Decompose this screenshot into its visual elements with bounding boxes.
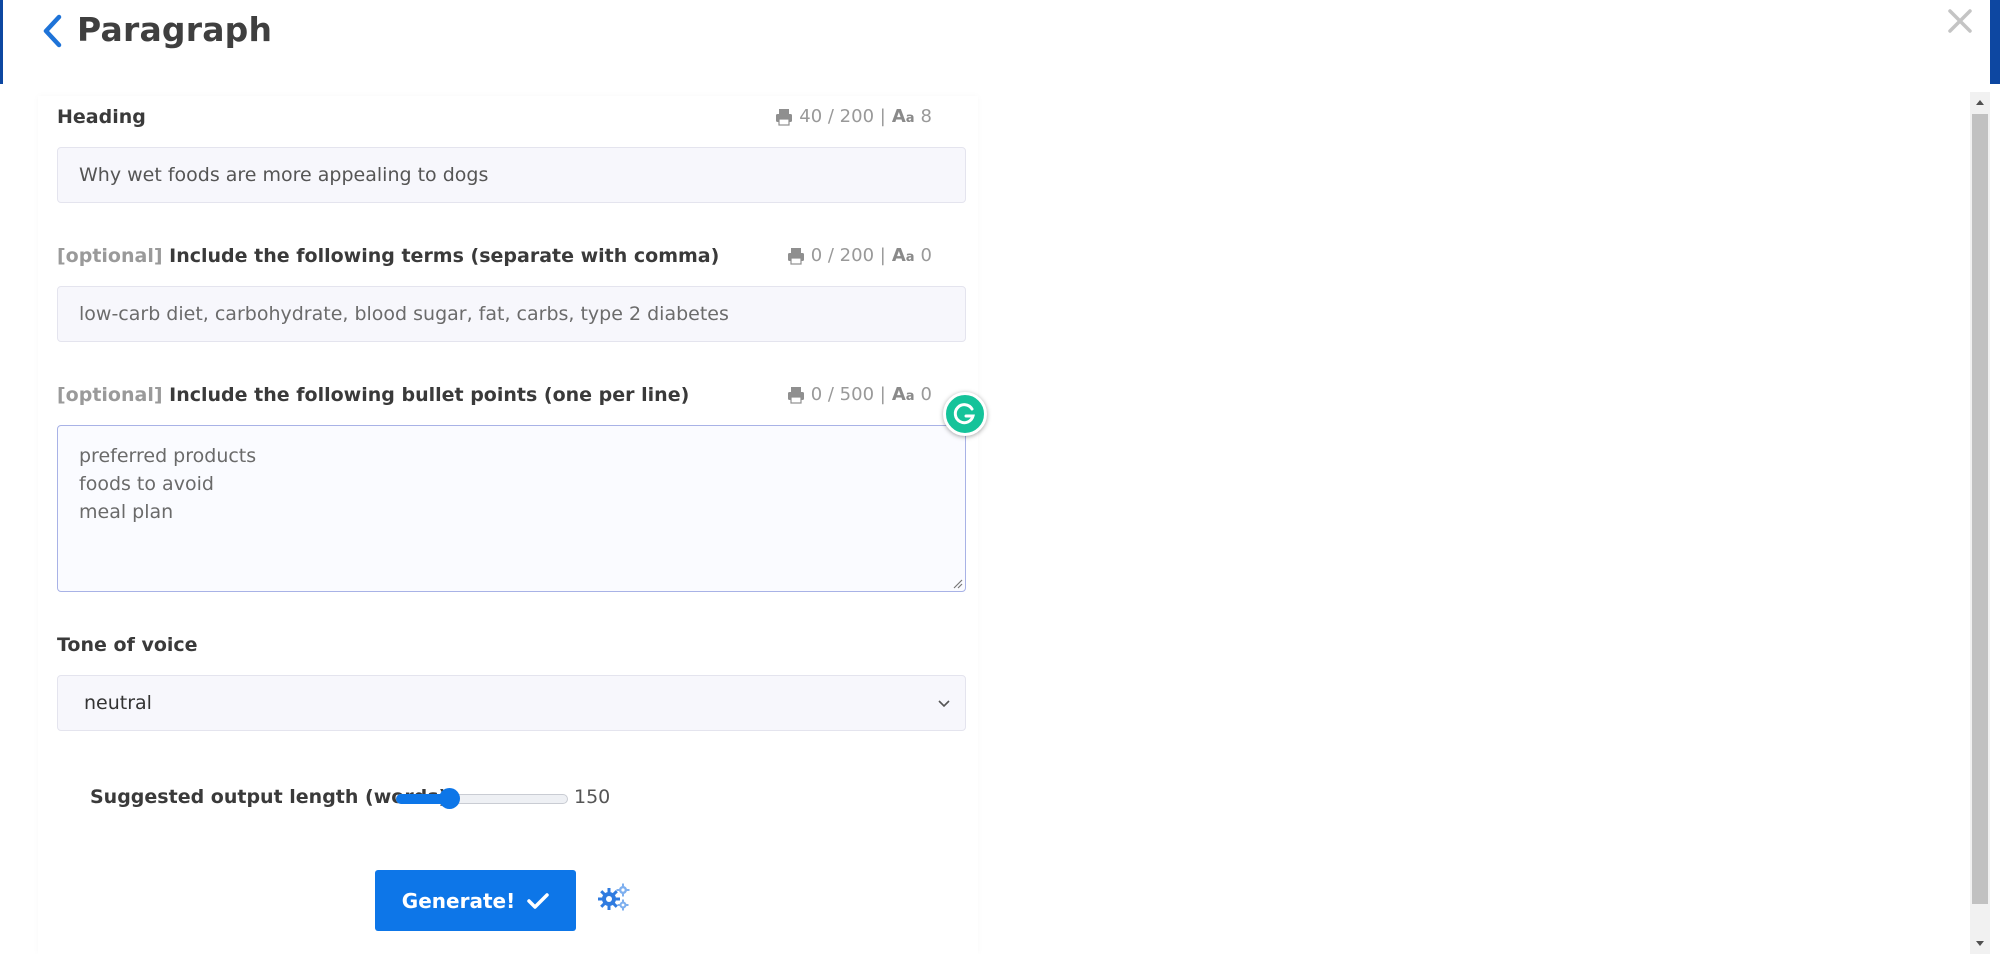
heading-word-count: 8 xyxy=(920,106,932,127)
heading-input-value: Why wet foods are more appealing to dogs xyxy=(79,164,489,186)
bullets-label: [optional] Include the following bullet … xyxy=(57,384,689,406)
tone-select[interactable]: neutral xyxy=(57,675,966,731)
bullets-placeholder-line: preferred products xyxy=(79,445,257,467)
heading-input[interactable]: Why wet foods are more appealing to dogs xyxy=(57,147,966,203)
slider-thumb[interactable] xyxy=(439,788,460,809)
heading-label: Heading xyxy=(57,106,146,128)
bullets-optional-tag: [optional] xyxy=(57,384,163,406)
output-panel xyxy=(990,96,1934,954)
page-title: Paragraph xyxy=(77,10,273,49)
terms-word-count: 0 xyxy=(920,245,932,266)
tone-label: Tone of voice xyxy=(57,634,198,656)
gears-icon[interactable] xyxy=(597,882,631,912)
scroll-up-icon[interactable] xyxy=(1970,92,1990,112)
scroll-down-icon[interactable] xyxy=(1970,934,1990,954)
terms-input-placeholder: low-carb diet, carbohydrate, blood sugar… xyxy=(79,303,729,325)
close-icon[interactable] xyxy=(1945,6,1975,36)
heading-char-count: 40 / 200 | xyxy=(799,106,886,127)
modal-page: Paragraph Heading 40 / 200 | Aa 8 Why we… xyxy=(0,0,2000,954)
terms-row: [optional] Include the following terms (… xyxy=(57,245,966,271)
length-value: 150 xyxy=(574,786,611,808)
check-icon xyxy=(527,892,549,909)
terms-counter: 0 / 200 | Aa 0 xyxy=(787,245,932,266)
background-header-strip-right xyxy=(1990,0,2000,84)
chevron-left-icon[interactable] xyxy=(41,14,65,48)
font-size-icon: Aa xyxy=(891,106,915,127)
terms-input[interactable]: low-carb diet, carbohydrate, blood sugar… xyxy=(57,286,966,342)
grammarly-icon[interactable] xyxy=(943,392,987,436)
tone-selected-value: neutral xyxy=(84,692,152,714)
scrollbar[interactable] xyxy=(1970,92,1990,954)
scroll-thumb[interactable] xyxy=(1972,114,1988,904)
terms-label-text: Include the following terms (separate wi… xyxy=(169,245,720,267)
heading-row: Heading 40 / 200 | Aa 8 xyxy=(57,106,966,132)
bullets-label-text: Include the following bullet points (one… xyxy=(169,384,690,406)
bullets-char-count: 0 / 500 | xyxy=(810,384,886,405)
printer-icon xyxy=(787,247,804,265)
terms-label: [optional] Include the following terms (… xyxy=(57,245,719,267)
terms-optional-tag: [optional] xyxy=(57,245,163,267)
bullets-placeholder-line: foods to avoid xyxy=(79,473,214,495)
terms-char-count: 0 / 200 | xyxy=(810,245,886,266)
font-size-icon: Aa xyxy=(891,384,915,405)
font-size-icon: Aa xyxy=(891,245,915,266)
resize-handle-icon[interactable] xyxy=(951,577,963,589)
generate-button[interactable]: Generate! xyxy=(375,870,576,931)
bullets-counter: 0 / 500 | Aa 0 xyxy=(787,384,932,405)
heading-counter: 40 / 200 | Aa 8 xyxy=(775,106,932,127)
printer-icon xyxy=(776,108,793,126)
bullets-placeholder-line: meal plan xyxy=(79,501,174,523)
bullets-textarea[interactable]: preferred products foods to avoid meal p… xyxy=(57,425,966,592)
bullets-row: [optional] Include the following bullet … xyxy=(57,384,966,410)
bullets-word-count: 0 xyxy=(920,384,932,405)
printer-icon xyxy=(787,386,804,404)
generate-button-label: Generate! xyxy=(401,888,516,913)
chevron-down-icon xyxy=(938,700,950,708)
modal-header: Paragraph xyxy=(3,0,1990,84)
length-slider[interactable] xyxy=(396,788,568,809)
